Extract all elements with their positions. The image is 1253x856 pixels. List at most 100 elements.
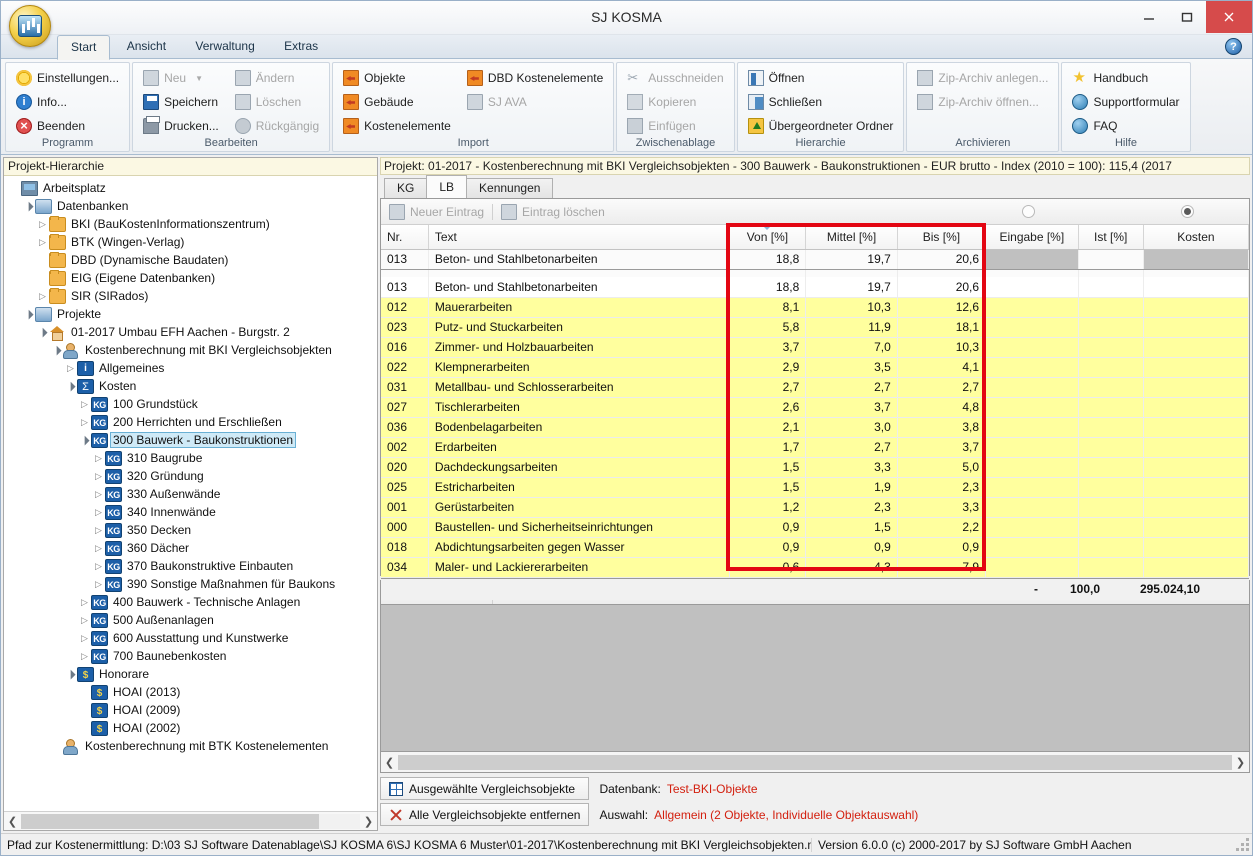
cell-mittel[interactable]: 1,5 bbox=[805, 517, 898, 538]
expand-arrow-icon[interactable]: ▷ bbox=[78, 651, 91, 662]
col-bis[interactable]: Bis [%] bbox=[897, 225, 987, 250]
col-eingabe[interactable]: Eingabe [%] bbox=[985, 225, 1079, 250]
cell-bis[interactable]: 2,2 bbox=[897, 517, 987, 538]
tree-node-hoai-2002[interactable]: HOAI (2002) bbox=[4, 719, 377, 737]
expand-arrow-icon[interactable]: ▷ bbox=[36, 219, 49, 230]
tree-node-bki-baukosteninformationszentrum[interactable]: ▷ BKI (BauKostenInformationszentrum) bbox=[4, 215, 377, 233]
cell-von[interactable]: 0,9 bbox=[729, 537, 807, 558]
table-row[interactable]: 001 Gerüstarbeiten 1,2 2,3 3,3 bbox=[381, 497, 1250, 518]
cell-eingabe[interactable] bbox=[985, 417, 1079, 438]
cell-nr[interactable]: 016 bbox=[381, 337, 429, 358]
cell-text[interactable]: Metallbau- und Schlosserarbeiten bbox=[428, 377, 730, 398]
tab-kennungen[interactable]: Kennungen bbox=[466, 178, 554, 198]
cell-kosten[interactable] bbox=[1143, 337, 1250, 358]
ribbon-item-info[interactable]: Info... bbox=[12, 91, 123, 113]
cell-nr[interactable]: 002 bbox=[381, 437, 429, 458]
cell-ist[interactable] bbox=[1078, 497, 1144, 518]
ribbon-item-dbd-kostenelemente[interactable]: DBD Kostenelemente bbox=[463, 67, 607, 89]
tree-node-hoai-2009[interactable]: HOAI (2009) bbox=[4, 701, 377, 719]
table-row[interactable]: 034 Maler- und Lackiererarbeiten 0,6 4,3 7,9 bbox=[381, 557, 1250, 578]
ribbon-item-schlie-en[interactable]: Schließen bbox=[744, 91, 898, 113]
tree-node-400-bauwerk-technische-anlagen[interactable]: ▷ 400 Bauwerk - Technische Anlagen bbox=[4, 593, 377, 611]
cell-kosten[interactable] bbox=[1143, 297, 1250, 318]
cell-bis[interactable]: 5,0 bbox=[897, 457, 987, 478]
ribbon-item-speichern[interactable]: Speichern bbox=[139, 91, 223, 113]
cell-von[interactable]: 1,7 bbox=[729, 437, 807, 458]
tree-node-100-grundst-ck[interactable]: ▷ 100 Grundstück bbox=[4, 395, 377, 413]
app-logo-icon[interactable] bbox=[9, 5, 51, 47]
cell-von[interactable]: 1,5 bbox=[729, 457, 807, 478]
cell-eingabe[interactable] bbox=[985, 457, 1079, 478]
help-icon[interactable]: ? bbox=[1225, 38, 1242, 55]
cell-kosten[interactable] bbox=[1143, 357, 1250, 378]
cell-bis[interactable]: 0,9 bbox=[897, 537, 987, 558]
cell-text[interactable]: Baustellen- und Sicherheitseinrichtungen bbox=[428, 517, 730, 538]
scroll-right-icon[interactable]: ❯ bbox=[360, 815, 377, 828]
cell-text[interactable]: Beton- und Stahlbetonarbeiten bbox=[428, 277, 730, 298]
col-kosten[interactable]: Kosten bbox=[1143, 225, 1250, 250]
cell-eingabe[interactable] bbox=[985, 357, 1079, 378]
cell-ist[interactable] bbox=[1078, 249, 1144, 270]
cell-text[interactable]: Tischlerarbeiten bbox=[428, 397, 730, 418]
cell-mittel[interactable]: 4,3 bbox=[805, 557, 898, 578]
selected-comparison-objects-button[interactable]: Ausgewählte Vergleichsobjekte bbox=[380, 777, 590, 800]
cell-mittel[interactable]: 7,0 bbox=[805, 337, 898, 358]
cell-ist[interactable] bbox=[1078, 517, 1144, 538]
ribbon-item-einstellungen[interactable]: Einstellungen... bbox=[12, 67, 123, 89]
cell-mittel[interactable]: 2,7 bbox=[805, 437, 898, 458]
cell-text[interactable]: Abdichtungsarbeiten gegen Wasser bbox=[428, 537, 730, 558]
expand-arrow-icon[interactable]: ▷ bbox=[92, 507, 105, 518]
cell-mittel[interactable]: 2,7 bbox=[805, 377, 898, 398]
expand-arrow-icon[interactable]: ▷ bbox=[92, 543, 105, 554]
cell-ist[interactable] bbox=[1078, 437, 1144, 458]
cell-ist[interactable] bbox=[1078, 317, 1144, 338]
resize-grip-icon[interactable] bbox=[1236, 838, 1250, 852]
cell-ist[interactable] bbox=[1078, 277, 1144, 298]
ribbon-item-handbuch[interactable]: Handbuch bbox=[1068, 67, 1183, 89]
tree-node-btk-wingen-verlag[interactable]: ▷ BTK (Wingen-Verlag) bbox=[4, 233, 377, 251]
ribbon-item-beenden[interactable]: Beenden bbox=[12, 115, 123, 137]
tree-node-600-ausstattung-und-kunstwerke[interactable]: ▷ 600 Ausstattung und Kunstwerke bbox=[4, 629, 377, 647]
cell-eingabe[interactable] bbox=[985, 297, 1079, 318]
tree-node-320-gr-ndung[interactable]: ▷ 320 Gründung bbox=[4, 467, 377, 485]
cell-ist[interactable] bbox=[1078, 537, 1144, 558]
tree-horizontal-scrollbar[interactable]: ❮ ❯ bbox=[4, 811, 377, 830]
tree-node-350-decken[interactable]: ▷ 350 Decken bbox=[4, 521, 377, 539]
table-row[interactable]: 020 Dachdeckungsarbeiten 1,5 3,3 5,0 bbox=[381, 457, 1250, 478]
cell-von[interactable]: 0,6 bbox=[729, 557, 807, 578]
tree-node-allgemeines[interactable]: ▷ Allgemeines bbox=[4, 359, 377, 377]
expand-arrow-icon[interactable]: ▷ bbox=[78, 399, 91, 410]
cell-nr[interactable]: 013 bbox=[381, 277, 429, 298]
expand-arrow-icon[interactable]: ▷ bbox=[92, 471, 105, 482]
cell-kosten[interactable] bbox=[1143, 377, 1250, 398]
remove-all-comparison-objects-button[interactable]: Alle Vergleichsobjekte entfernen bbox=[380, 803, 590, 826]
expand-arrow-icon[interactable]: ▷ bbox=[78, 615, 91, 626]
expand-arrow-icon[interactable]: ▷ bbox=[36, 237, 49, 248]
tree-node-390-sonstige-ma-nahmen-f-r-baukons[interactable]: ▷ 390 Sonstige Maßnahmen für Baukons bbox=[4, 575, 377, 593]
cell-nr[interactable]: 034 bbox=[381, 557, 429, 578]
cell-eingabe[interactable] bbox=[985, 477, 1079, 498]
cell-kosten[interactable] bbox=[1143, 417, 1250, 438]
cell-von[interactable]: 2,1 bbox=[729, 417, 807, 438]
cell-bis[interactable]: 3,8 bbox=[897, 417, 987, 438]
table-row[interactable]: 002 Erdarbeiten 1,7 2,7 3,7 bbox=[381, 437, 1250, 458]
cell-nr[interactable]: 031 bbox=[381, 377, 429, 398]
radio-option-right[interactable] bbox=[1181, 205, 1194, 218]
cell-mittel[interactable]: 19,7 bbox=[805, 277, 898, 298]
table-current-row[interactable]: 013 Beton- und Stahlbetonarbeiten 18,8 19,7… bbox=[381, 249, 1250, 270]
cell-kosten[interactable] bbox=[1143, 277, 1250, 298]
calc-scroll-track[interactable] bbox=[398, 754, 1232, 770]
tree-node-200-herrichten-und-erschlie-en[interactable]: ▷ 200 Herrichten und Erschließen bbox=[4, 413, 377, 431]
table-row[interactable]: 031 Metallbau- und Schlosserarbeiten 2,7 2,… bbox=[381, 377, 1250, 398]
cell-von[interactable]: 2,6 bbox=[729, 397, 807, 418]
cell-eingabe[interactable] bbox=[985, 249, 1079, 270]
cell-eingabe[interactable] bbox=[985, 397, 1079, 418]
table-row[interactable]: 036 Bodenbelagarbeiten 2,1 3,0 3,8 bbox=[381, 417, 1250, 438]
table-row[interactable]: 022 Klempnerarbeiten 2,9 3,5 4,1 bbox=[381, 357, 1250, 378]
cell-text[interactable]: Maler- und Lackiererarbeiten bbox=[428, 557, 730, 578]
cell-ist[interactable] bbox=[1078, 417, 1144, 438]
tree-node-sir-sirados[interactable]: ▷ SIR (SIRados) bbox=[4, 287, 377, 305]
tree-node-honorare[interactable]: ◢Honorare bbox=[4, 665, 377, 683]
ribbon-tab-start[interactable]: Start bbox=[57, 35, 111, 60]
cell-mittel[interactable]: 2,3 bbox=[805, 497, 898, 518]
